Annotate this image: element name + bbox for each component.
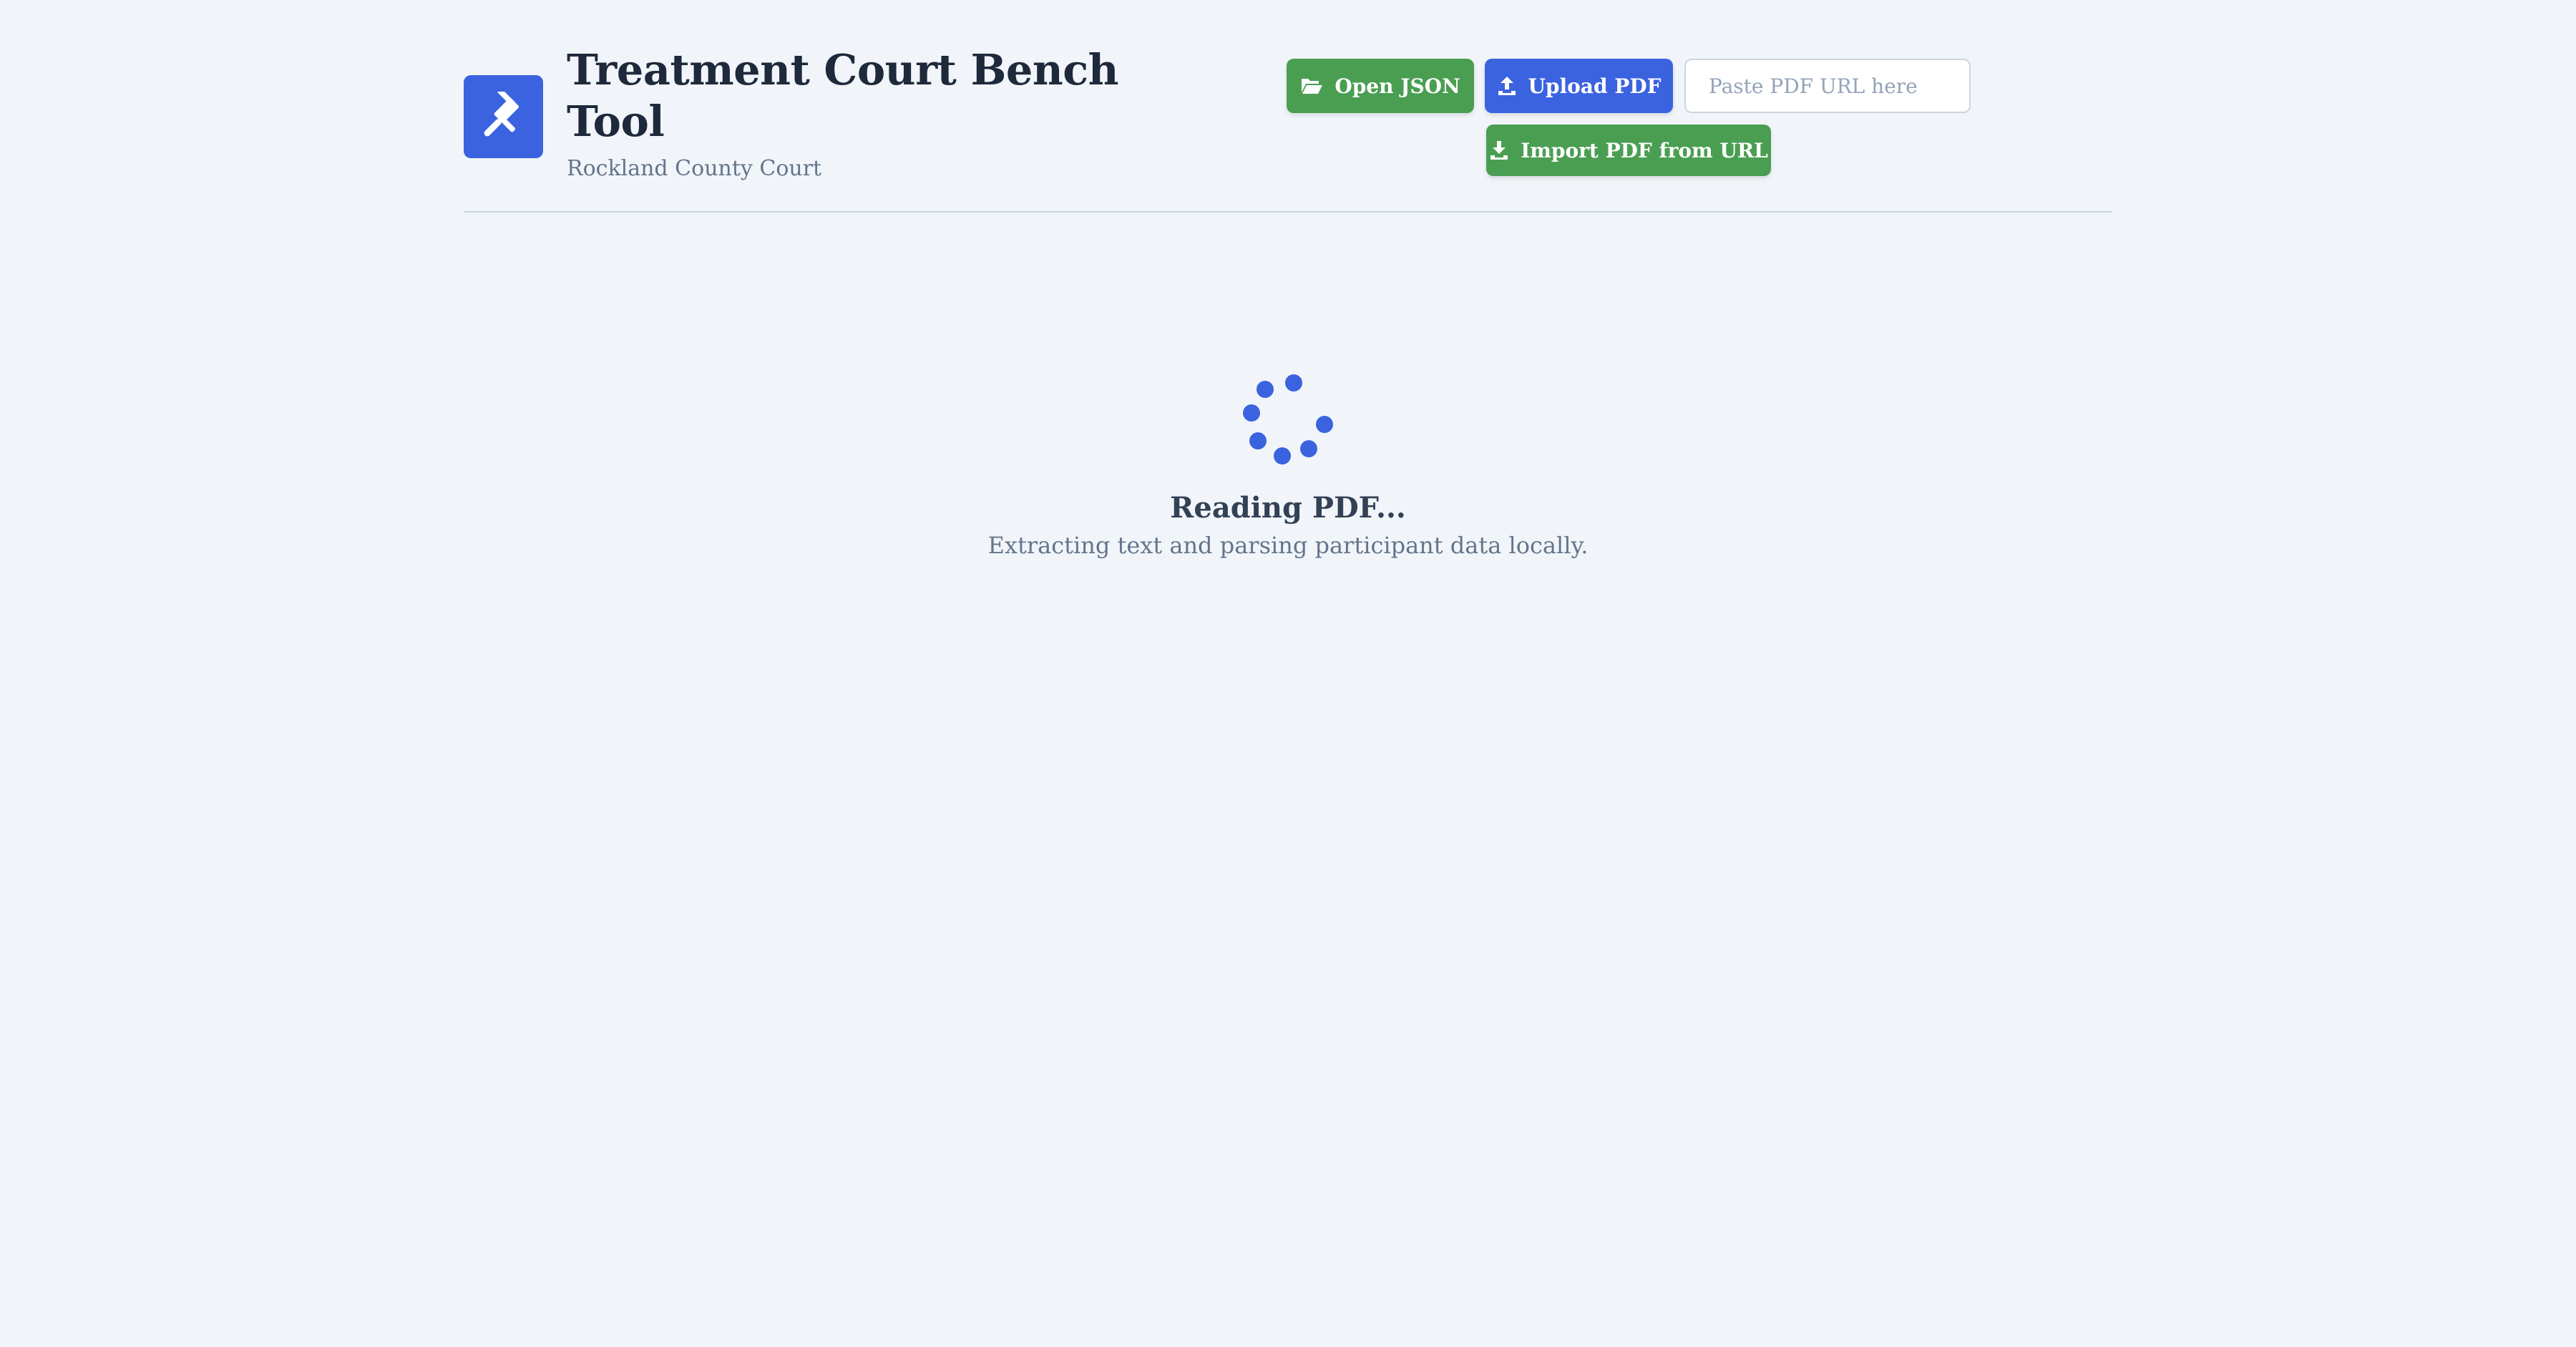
import-pdf-from-url-button[interactable]: Import PDF from URL — [1486, 125, 1771, 176]
loading-title: Reading PDF... — [1170, 491, 1406, 525]
upload-pdf-label: Upload PDF — [1528, 74, 1662, 98]
import-pdf-label: Import PDF from URL — [1521, 138, 1768, 162]
open-json-label: Open JSON — [1335, 74, 1460, 98]
court-name: Rockland County Court — [567, 156, 822, 181]
spinner-icon — [1243, 374, 1333, 465]
upload-pdf-button[interactable]: Upload PDF — [1485, 59, 1673, 113]
folder-open-icon — [1302, 79, 1323, 94]
pdf-url-input[interactable] — [1684, 59, 1971, 113]
upload-icon — [1498, 77, 1516, 95]
gavel-icon — [484, 92, 519, 137]
open-json-button[interactable]: Open JSON — [1287, 59, 1474, 113]
app-page: Treatment Court Bench Tool Rockland Coun… — [0, 0, 2576, 1347]
page-title: Treatment Court Bench Tool — [567, 45, 1119, 146]
header-divider — [464, 211, 2112, 213]
app-logo — [464, 75, 543, 158]
loading-message: Extracting text and parsing participant … — [987, 532, 1589, 559]
download-icon — [1491, 141, 1508, 160]
